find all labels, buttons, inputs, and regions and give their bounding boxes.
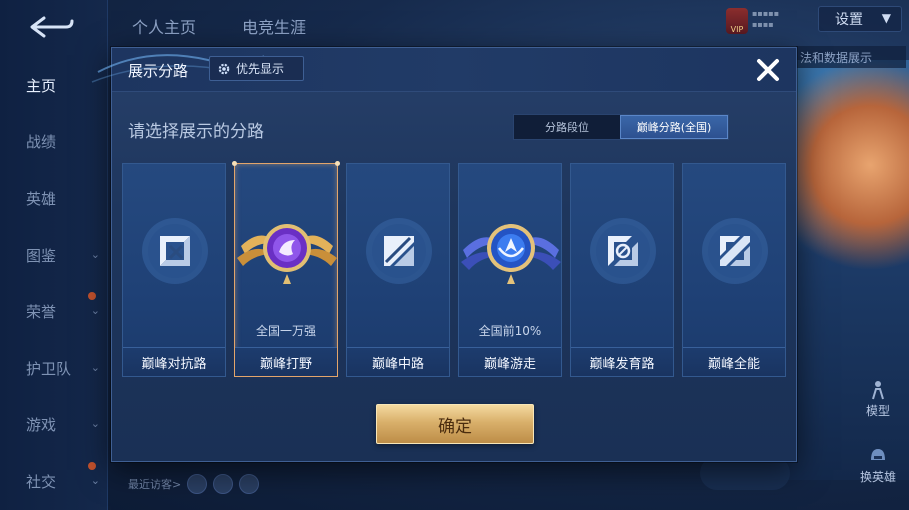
selection-corner-dot bbox=[232, 161, 237, 166]
dialog-subtitle: 请选择展示的分路 bbox=[128, 122, 264, 142]
model-label: 模型 bbox=[865, 404, 890, 418]
lane-cards: 巅峰对抗路 全国一万强 巅峰打野 巅峰中路 全国前10% 巅峰游走 巅峰发育路 巅峰全能 bbox=[122, 161, 788, 377]
lane-card[interactable]: 巅峰中路 bbox=[346, 163, 450, 377]
lane-card[interactable]: 全国前10% 巅峰游走 bbox=[458, 163, 562, 377]
lane-card-label: 巅峰打野 bbox=[235, 347, 337, 376]
left-navigation: 主页战绩英雄图鉴 ⌄ 荣誉 ⌄ 护卫队 ⌄ 游戏 ⌄ 社交 ⌄ bbox=[0, 0, 108, 510]
dialog-title: 展示分路 bbox=[128, 62, 189, 80]
helmet-icon bbox=[871, 449, 885, 460]
vip-badge: VIP bbox=[726, 8, 748, 34]
vip-label: VIP bbox=[730, 25, 744, 34]
recent-visitors[interactable]: 最近访客> bbox=[128, 474, 260, 494]
nav-item[interactable]: 战绩 bbox=[0, 126, 108, 156]
tab-profile[interactable]: 个人主页 bbox=[132, 14, 196, 38]
lane-card-label: 巅峰发育路 bbox=[571, 347, 673, 376]
nav-item-label: 荣誉 bbox=[26, 302, 57, 321]
notification-dot bbox=[88, 292, 96, 300]
chevron-down-icon: ▼ bbox=[881, 11, 891, 25]
lane-card[interactable]: 巅峰对抗路 bbox=[122, 163, 226, 377]
nav-item[interactable]: 英雄 bbox=[0, 183, 108, 213]
lane-display-dialog: 展示分路 优先显示 请选择展示的分路 分路段位 巅峰分路(全国) 巅峰对抗路全国… bbox=[91, 47, 797, 462]
chevron-down-icon: ⌄ bbox=[90, 248, 100, 261]
settings-label: 设置 bbox=[835, 12, 863, 28]
sword-lane-icon bbox=[140, 216, 210, 286]
priority-display-label: 优先显示 bbox=[236, 62, 285, 76]
nav-item[interactable]: 图鉴 ⌄ bbox=[0, 240, 108, 270]
chevron-down-icon: ⌄ bbox=[90, 361, 100, 374]
nav-item-label: 图鉴 bbox=[26, 246, 57, 265]
lane-rank-text: 全国前10% bbox=[478, 324, 542, 338]
dialog-header: 展示分路 优先显示 bbox=[91, 48, 796, 92]
lane-card[interactable]: 巅峰发育路 bbox=[570, 163, 674, 377]
avatar[interactable] bbox=[213, 474, 234, 494]
lane-card[interactable]: 巅峰全能 bbox=[682, 163, 786, 377]
avatar[interactable] bbox=[187, 474, 208, 494]
vip-info-text: ▪▪▪▪▪ ▪▪▪▪ bbox=[752, 9, 780, 29]
priority-display-button[interactable]: 优先显示 bbox=[209, 56, 304, 81]
nav-item[interactable]: 社交 ⌄ bbox=[0, 466, 108, 496]
lane-card-label: 巅峰对抗路 bbox=[123, 347, 225, 376]
blue-badge-icon bbox=[461, 206, 561, 296]
lane-card[interactable]: 全国一万强 巅峰打野 bbox=[232, 161, 340, 377]
switch-hero-label: 换英雄 bbox=[859, 470, 896, 484]
nav-item-label: 游戏 bbox=[26, 415, 57, 434]
top-tabs: 个人主页 电竞生涯 bbox=[112, 0, 909, 48]
nav-item-label: 社交 bbox=[26, 472, 57, 491]
nav-item-label: 战绩 bbox=[26, 132, 57, 151]
nav-item-label: 护卫队 bbox=[26, 359, 72, 378]
chevron-down-icon: ⌄ bbox=[90, 304, 100, 317]
notification-dot bbox=[88, 462, 96, 470]
nav-item[interactable]: 护卫队 ⌄ bbox=[0, 353, 108, 383]
nav-item[interactable]: 游戏 ⌄ bbox=[0, 409, 108, 439]
recent-visitors-label: 最近访客> bbox=[128, 478, 182, 491]
toggle-lane-rank[interactable]: 分路段位 bbox=[514, 115, 620, 139]
purple-badge-icon bbox=[237, 206, 337, 296]
allround-lane-icon bbox=[700, 216, 770, 286]
slash-lane-icon bbox=[364, 216, 434, 286]
gear-icon bbox=[218, 63, 230, 74]
chevron-down-icon: ⌄ bbox=[90, 474, 100, 487]
lane-card-label: 巅峰游走 bbox=[459, 347, 561, 376]
lane-card-label: 巅峰全能 bbox=[683, 347, 785, 376]
toggle-peak-lane-national[interactable]: 巅峰分路(全国) bbox=[620, 115, 728, 139]
nav-item-label: 英雄 bbox=[26, 189, 57, 208]
lane-card-label: 巅峰中路 bbox=[347, 347, 449, 376]
back-arrow-icon[interactable] bbox=[26, 14, 76, 40]
avatar[interactable] bbox=[239, 474, 260, 494]
confirm-button[interactable]: 确定 bbox=[376, 404, 534, 444]
lane-rank-text: 全国一万强 bbox=[255, 324, 316, 338]
chevron-down-icon: ⌄ bbox=[90, 417, 100, 430]
figure-icon bbox=[872, 381, 884, 400]
lane-mode-toggle: 分路段位 巅峰分路(全国) bbox=[513, 114, 729, 140]
model-button[interactable]: 模型 bbox=[848, 380, 908, 419]
switch-hero-button[interactable]: 换英雄 bbox=[848, 446, 908, 485]
target-lane-icon bbox=[588, 216, 658, 286]
nav-item[interactable]: 荣誉 ⌄ bbox=[0, 296, 108, 326]
settings-dropdown[interactable]: 设置 ▼ bbox=[818, 6, 902, 32]
close-icon[interactable] bbox=[754, 56, 782, 84]
selection-corner-dot bbox=[335, 161, 340, 166]
side-info-text: 法和数据展示 bbox=[796, 46, 906, 68]
tab-esports-career[interactable]: 电竞生涯 bbox=[242, 14, 306, 38]
nav-item[interactable]: 主页 bbox=[0, 70, 108, 100]
nav-item-label: 主页 bbox=[26, 76, 57, 95]
